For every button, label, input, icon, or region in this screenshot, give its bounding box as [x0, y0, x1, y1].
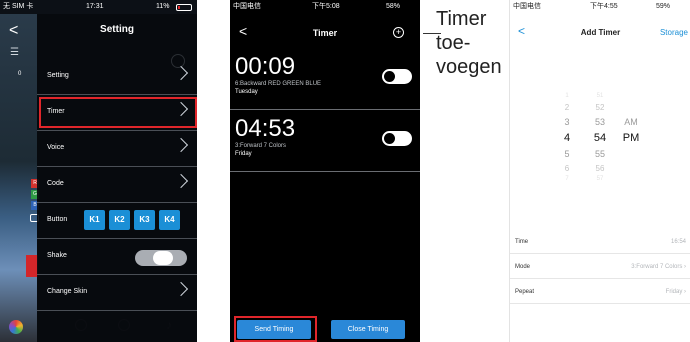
- clock-label: 17:31: [86, 3, 104, 10]
- timer-mode: 6:Backward RED GREEN BLUE: [235, 81, 322, 87]
- chevron-right-icon: ›: [684, 289, 686, 295]
- k2-button[interactable]: K2: [109, 210, 130, 230]
- picker-am: AM: [624, 117, 638, 127]
- k4-button[interactable]: K4: [159, 210, 180, 230]
- close-timing-button[interactable]: Close Timing: [331, 320, 405, 339]
- chevron-right-icon: [173, 137, 189, 153]
- carrier-label: 无 SIM 卡: [3, 3, 34, 10]
- status-bar: 无 SIM 卡 17:31 11%: [0, 0, 197, 14]
- storage-button[interactable]: Storage: [660, 28, 688, 37]
- picker-hour: 5: [564, 149, 570, 159]
- carrier-label: 中国电信: [233, 3, 261, 10]
- settings-screen: 无 SIM 卡 17:31 11% R G B ♪ < ☰ 0 Setting …: [0, 0, 197, 342]
- row-value: 3:Forward 7 Colors ›: [631, 264, 686, 270]
- chevron-right-icon: ›: [684, 264, 686, 270]
- row-value: Friday ›: [666, 289, 686, 295]
- clock-label: 下午5:08: [312, 3, 340, 10]
- back-icon[interactable]: <: [9, 22, 18, 40]
- callout-line-2: toe-: [436, 32, 471, 54]
- row-value-text: Friday: [665, 289, 683, 295]
- picker-hour: 1: [565, 93, 569, 99]
- picker-hour: 7: [565, 176, 569, 182]
- battery-icon: [176, 4, 192, 11]
- row-label: Pepeat: [515, 289, 535, 295]
- timer-item[interactable]: 04:53 3:Forward 7 Colors Friday: [230, 110, 420, 172]
- side-zero-label: 0: [18, 71, 22, 77]
- timer-day: Tuesday: [235, 89, 258, 95]
- menu-item-label: Button: [47, 216, 68, 223]
- battery-label: 58%: [386, 3, 401, 10]
- callout-text: Timer toe- voegen: [436, 7, 502, 79]
- toggle-knob: [153, 251, 173, 265]
- menu-item-change-skin[interactable]: Change Skin: [37, 275, 197, 311]
- k1-button[interactable]: K1: [84, 210, 105, 230]
- page-title: Timer: [312, 28, 338, 38]
- timer-day: Friday: [235, 151, 252, 157]
- menu-item-button: Button K1 K2 K3 K4: [37, 203, 197, 239]
- picker-minute: 51: [596, 93, 604, 99]
- timer-enable-switch[interactable]: [382, 69, 412, 84]
- menu-item-label: Shake: [47, 252, 67, 259]
- app-background-panel: [0, 14, 37, 342]
- picker-minute-selected: 54: [593, 132, 607, 144]
- battery-label: 59%: [656, 3, 671, 10]
- add-timer-screen: 中国电信 下午4:55 59% < Add Timer Storage 1 2 …: [509, 0, 690, 342]
- callout-line-1: Timer: [436, 8, 487, 30]
- picker-pm-selected: PM: [622, 132, 640, 144]
- row-value-text: 3:Forward 7 Colors: [631, 264, 683, 270]
- battery-label: 11%: [156, 3, 170, 10]
- carrier-label: 中国电信: [513, 3, 541, 10]
- switch-knob: [384, 133, 395, 144]
- timer-highlight-box: [39, 97, 197, 128]
- picker-minute: 53: [594, 117, 605, 127]
- shake-toggle[interactable]: [135, 250, 187, 266]
- menu-item-setting[interactable]: Setting: [37, 59, 197, 95]
- picker-minute: 55: [594, 149, 605, 159]
- status-bar: 中国电信 下午5:08 58%: [230, 0, 420, 14]
- timer-time: 00:09: [235, 53, 296, 80]
- add-timer-icon[interactable]: +: [393, 27, 404, 38]
- menu-item-label: Change Skin: [47, 288, 88, 295]
- timer-enable-switch[interactable]: [382, 131, 412, 146]
- callout-line-3: voegen: [436, 56, 502, 78]
- chevron-right-icon: [173, 65, 189, 81]
- timer-screen: 中国电信 下午5:08 58% < Timer + 00:09 6:Backwa…: [230, 0, 420, 342]
- row-value: 16:54: [670, 239, 686, 245]
- menu-icon[interactable]: ☰: [10, 47, 19, 58]
- picker-hour-selected: 4: [563, 132, 571, 144]
- row-label: Time: [515, 239, 529, 245]
- picker-hour: 3: [564, 117, 570, 127]
- chevron-right-icon: [173, 173, 189, 189]
- timer-mode: 3:Forward 7 Colors: [235, 143, 287, 149]
- picker-hour: 2: [564, 103, 570, 112]
- page-title: Setting: [100, 24, 134, 35]
- timer-time: 04:53: [235, 115, 296, 142]
- switch-knob: [384, 71, 395, 82]
- menu-item-voice[interactable]: Voice: [37, 131, 197, 167]
- chevron-right-icon: [173, 281, 189, 297]
- menu-item-label: Setting: [47, 72, 69, 79]
- picker-minute: 52: [595, 103, 605, 112]
- picker-minute: 56: [595, 164, 605, 173]
- picker-minute: 57: [596, 176, 604, 182]
- k3-button[interactable]: K3: [134, 210, 155, 230]
- mode-row[interactable]: Mode 3:Forward 7 Colors ›: [510, 255, 690, 279]
- timer-item[interactable]: 00:09 6:Backward RED GREEN BLUE Tuesday: [230, 48, 420, 110]
- row-label: Mode: [515, 264, 531, 270]
- status-bar: 中国电信 下午4:55 59%: [510, 0, 690, 14]
- settings-menu: < ☰ 0 Setting Setting Timer Voice Code B…: [9, 14, 197, 342]
- menu-item-shake: Shake: [37, 239, 197, 275]
- picker-hour: 6: [564, 164, 570, 173]
- menu-item-code[interactable]: Code: [37, 167, 197, 203]
- repeat-row[interactable]: Pepeat Friday ›: [510, 280, 690, 304]
- time-row[interactable]: Time 16:54: [510, 230, 690, 254]
- menu-item-label: Voice: [47, 144, 65, 151]
- send-timing-highlight-box: [234, 316, 317, 342]
- clock-label: 下午4:55: [590, 3, 618, 10]
- menu-item-label: Code: [47, 180, 64, 187]
